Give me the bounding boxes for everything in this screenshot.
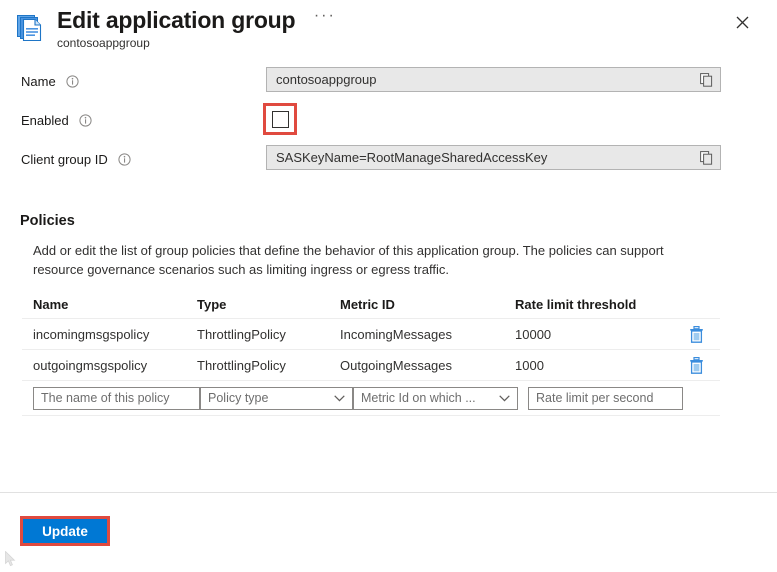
page-title: Edit application group — [57, 7, 296, 33]
copy-icon[interactable] — [698, 72, 714, 88]
cell-rate-limit-threshold: 1000 — [515, 357, 544, 373]
cell-type: ThrottlingPolicy — [197, 357, 286, 373]
info-icon[interactable] — [79, 114, 92, 130]
name-value: contosoappgroup — [276, 72, 377, 87]
title-block: Edit application group ··· contosoappgro… — [57, 6, 336, 51]
new-policy-rate-input[interactable] — [528, 386, 683, 410]
footer-divider — [0, 492, 777, 493]
client-group-id-label: Client group ID — [21, 152, 131, 169]
enabled-checkbox[interactable] — [271, 110, 289, 128]
enabled-checkbox-highlight — [263, 103, 297, 135]
table-row[interactable]: incomingmsgspolicy ThrottlingPolicy Inco… — [22, 319, 720, 350]
column-header-type: Type — [197, 297, 227, 312]
cell-name: outgoingmsgspolicy — [33, 357, 148, 373]
cell-metric-id: IncomingMessages — [340, 326, 452, 342]
column-header-name: Name — [33, 297, 69, 312]
new-policy-metric-cell: Metric Id on which ... — [353, 386, 528, 410]
name-label: Name — [21, 74, 79, 91]
client-group-id-label-text: Client group ID — [21, 152, 108, 167]
policies-description: Add or edit the list of group policies t… — [33, 243, 664, 277]
copy-icon[interactable] — [698, 150, 714, 166]
cell-actions — [675, 325, 720, 343]
name-field[interactable]: contosoappgroup — [266, 67, 721, 92]
new-policy-row: Policy type Metric Id on which ... — [22, 381, 720, 416]
close-button[interactable] — [728, 8, 756, 36]
application-group-icon — [14, 11, 48, 45]
new-policy-type-select[interactable]: Policy type — [200, 386, 353, 410]
column-header-rate-limit-threshold: Rate limit threshold — [515, 297, 637, 312]
cell-type: ThrottlingPolicy — [197, 326, 286, 342]
new-policy-name-input[interactable] — [33, 386, 200, 410]
cell-metric-id: OutgoingMessages — [340, 357, 453, 373]
info-icon[interactable] — [118, 153, 131, 169]
form-area: Name contosoappgroup Enabled Client grou… — [0, 62, 777, 179]
client-group-id-value: SASKeyName=RootManageSharedAccessKey — [276, 150, 548, 165]
new-policy-metric-text: Metric Id on which ... — [361, 391, 476, 405]
page-subtitle: contosoappgroup — [57, 36, 150, 50]
cell-name: incomingmsgspolicy — [33, 326, 150, 342]
delete-row-button[interactable] — [687, 325, 705, 343]
update-button-highlight: Update — [20, 516, 110, 546]
client-group-id-field[interactable]: SASKeyName=RootManageSharedAccessKey — [266, 145, 721, 170]
name-label-text: Name — [21, 74, 56, 89]
policies-table: Name Type Metric ID Rate limit threshold… — [22, 291, 720, 416]
trash-icon — [689, 325, 703, 343]
more-options-icon[interactable]: ··· — [314, 7, 336, 25]
update-button[interactable]: Update — [23, 519, 107, 543]
new-policy-type-cell: Policy type — [200, 386, 353, 410]
chevron-down-icon — [333, 392, 345, 404]
table-header-row: Name Type Metric ID Rate limit threshold — [22, 291, 720, 319]
new-policy-name-cell — [22, 386, 200, 410]
policies-title: Policies — [20, 213, 75, 229]
dialog-header: Edit application group ··· contosoappgro… — [0, 0, 777, 58]
info-icon[interactable] — [66, 75, 79, 91]
enabled-label-text: Enabled — [21, 113, 69, 128]
close-icon — [736, 16, 748, 28]
cell-actions — [675, 356, 720, 374]
chevron-down-icon — [498, 392, 510, 404]
delete-row-button[interactable] — [687, 356, 705, 374]
enabled-label: Enabled — [21, 113, 92, 130]
cell-rate-limit-threshold: 10000 — [515, 326, 552, 342]
new-policy-rate-cell — [528, 386, 688, 410]
form-row-client-group-id: Client group ID SASKeyName=RootManageSha… — [0, 140, 777, 179]
trash-icon — [689, 356, 703, 374]
column-header-metric-id: Metric ID — [340, 297, 395, 312]
form-row-enabled: Enabled — [0, 101, 777, 140]
new-policy-type-text: Policy type — [208, 391, 269, 405]
table-row[interactable]: outgoingmsgspolicy ThrottlingPolicy Outg… — [22, 350, 720, 381]
new-policy-metric-select[interactable]: Metric Id on which ... — [353, 386, 518, 410]
form-row-name: Name contosoappgroup — [0, 62, 777, 101]
